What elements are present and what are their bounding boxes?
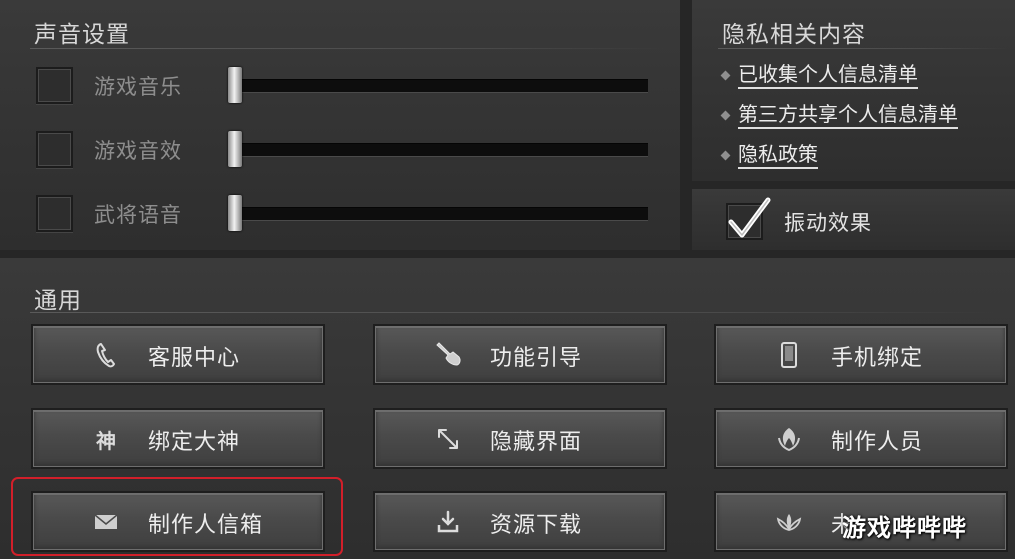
music-checkbox[interactable] (36, 67, 73, 104)
music-slider-track[interactable] (230, 79, 648, 93)
phone-icon (92, 341, 120, 369)
sound-row-voice: 武将语音 (36, 195, 656, 235)
sound-settings-divider (30, 48, 670, 49)
bind-dashen-button[interactable]: 神 绑定大神 (33, 410, 323, 467)
resource-download-label: 资源下载 (490, 513, 583, 538)
sound-row-effects: 游戏音效 (36, 131, 656, 171)
bind-dashen-label: 绑定大神 (148, 430, 241, 455)
shen-glyph-icon: 神 (92, 425, 120, 453)
feature-guide-button[interactable]: 功能引导 (375, 326, 665, 383)
hide-ui-label: 隐藏界面 (490, 430, 583, 455)
shen-glyph: 神 (96, 428, 116, 453)
effects-slider-track[interactable] (230, 143, 648, 157)
effects-label: 游戏音效 (94, 139, 182, 163)
effects-slider-thumb[interactable] (228, 131, 242, 167)
mobile-phone-icon (775, 341, 803, 369)
privacy-link-policy-text[interactable]: 隐私政策 (738, 142, 818, 169)
phone-binding-label: 手机绑定 (831, 346, 924, 371)
voice-slider-track[interactable] (230, 207, 648, 221)
customer-service-label: 客服中心 (148, 346, 241, 371)
pointing-hand-icon (434, 341, 462, 369)
resize-arrows-icon (434, 425, 462, 453)
music-label: 游戏音乐 (94, 75, 182, 99)
download-icon (434, 508, 462, 536)
voice-slider-thumb[interactable] (228, 195, 242, 231)
music-slider-thumb[interactable] (228, 67, 242, 103)
privacy-link-third-party-text[interactable]: 第三方共享个人信息清单 (738, 102, 958, 129)
general-divider (30, 312, 1005, 313)
highlight-box (11, 477, 343, 556)
privacy-link-collected-text[interactable]: 已收集个人信息清单 (738, 62, 918, 89)
credits-label: 制作人员 (831, 430, 924, 455)
sound-settings-title: 声音设置 (34, 22, 130, 48)
lotus-icon (775, 508, 803, 536)
voice-label: 武将语音 (94, 203, 182, 227)
hide-ui-button[interactable]: 隐藏界面 (375, 410, 665, 467)
resource-download-button[interactable]: 资源下载 (375, 493, 665, 550)
vibration-label: 振动效果 (784, 211, 872, 235)
feature-guide-label: 功能引导 (490, 346, 583, 371)
customer-service-button[interactable]: 客服中心 (33, 326, 323, 383)
credits-button[interactable]: 制作人员 (716, 410, 1006, 467)
watermark-text: 游戏哔哔哔 (842, 514, 967, 542)
sound-settings-panel: 声音设置 游戏音乐 游戏音效 武将语音 (0, 0, 680, 250)
sound-row-music: 游戏音乐 (36, 67, 656, 107)
voice-checkbox[interactable] (36, 195, 73, 232)
phone-binding-button[interactable]: 手机绑定 (716, 326, 1006, 383)
general-title: 通用 (34, 288, 82, 314)
privacy-title: 隐私相关内容 (722, 22, 866, 48)
privacy-divider (718, 48, 1008, 49)
effects-checkbox[interactable] (36, 131, 73, 168)
checkmark-icon (728, 197, 771, 238)
leaf-emblem-icon (775, 425, 803, 453)
